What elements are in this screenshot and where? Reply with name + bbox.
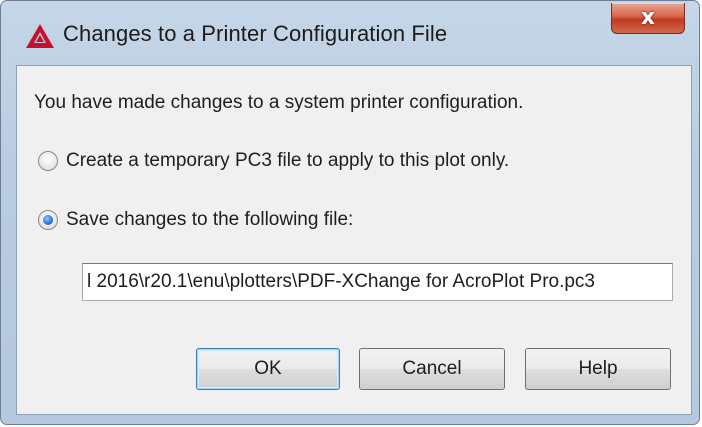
autocad-logo-icon xyxy=(26,24,54,48)
temporary-file-label: Create a temporary PC3 file to apply to … xyxy=(66,150,510,171)
close-icon: x xyxy=(640,5,656,30)
save-to-file-radio[interactable] xyxy=(38,210,58,230)
info-message: You have made changes to a system printe… xyxy=(34,92,524,113)
ok-button[interactable]: OK xyxy=(196,348,340,390)
temporary-file-option[interactable]: Create a temporary PC3 file to apply to … xyxy=(38,150,509,172)
window-title: Changes to a Printer Configuration File xyxy=(63,21,448,46)
dialog-content: You have made changes to a system printe… xyxy=(16,65,692,415)
dialog-window: Changes to a Printer Configuration File … xyxy=(0,0,700,425)
title-bar[interactable]: Changes to a Printer Configuration File … xyxy=(1,1,699,65)
file-path-input[interactable] xyxy=(82,263,673,301)
save-to-file-option[interactable]: Save changes to the following file: xyxy=(38,209,353,231)
save-to-file-label: Save changes to the following file: xyxy=(66,209,354,230)
temporary-file-radio[interactable] xyxy=(38,151,58,171)
close-button[interactable]: x xyxy=(611,3,685,34)
cancel-button[interactable]: Cancel xyxy=(359,348,505,390)
help-button[interactable]: Help xyxy=(525,348,671,390)
